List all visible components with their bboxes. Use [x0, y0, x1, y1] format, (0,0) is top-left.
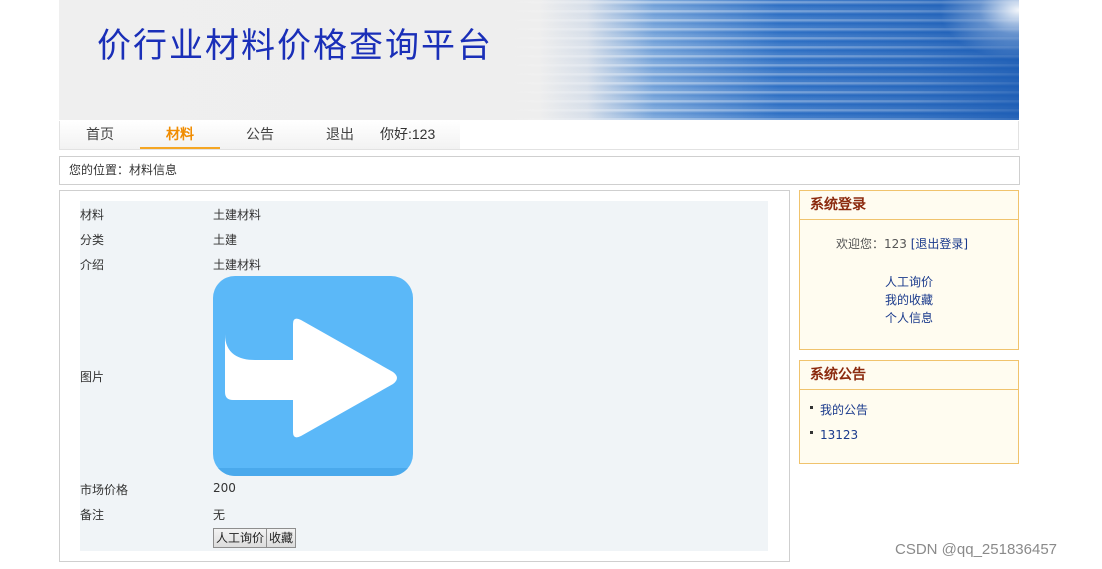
login-box-title: 系统登录 [800, 191, 1018, 220]
logout-link[interactable]: [退出登录] [911, 237, 968, 251]
nav-item-home[interactable]: 首页 [60, 121, 140, 147]
label-category: 分类 [80, 233, 105, 247]
value-material: 土建材料 [213, 208, 262, 222]
login-box: 系统登录 欢迎您：123 [退出登录] 人工询价 我的收藏 个人信息 [799, 190, 1019, 350]
value-intro: 土建材料 [213, 258, 262, 272]
announcement-item[interactable]: 我的公告 [810, 401, 868, 418]
link-my-favorites[interactable]: 我的收藏 [800, 291, 1018, 309]
label-intro: 介绍 [80, 258, 105, 272]
value-price: 200 [213, 481, 236, 495]
welcome-label: 欢迎您：123 [836, 237, 907, 251]
label-remark: 备注 [80, 508, 105, 522]
nav-bar: 首页 材料 公告 退出 你好:123 [60, 121, 460, 149]
bullet-icon [810, 406, 813, 409]
bullet-icon [810, 431, 813, 434]
label-material: 材料 [80, 208, 105, 222]
header-banner: 价行业材料价格查询平台 [59, 0, 1019, 120]
value-remark: 无 [213, 508, 226, 522]
announcement-box: 系统公告 我的公告 13123 [799, 360, 1019, 464]
site-title: 价行业材料价格查询平台 [97, 26, 493, 66]
material-image [213, 276, 413, 476]
nav-item-materials[interactable]: 材料 [140, 121, 220, 149]
material-detail-table: 材料 土建材料 分类 土建 介绍 土建材料 图片 市场价格 200 备注 无 人… [80, 201, 768, 551]
announcement-item[interactable]: 13123 [810, 428, 858, 442]
arrow-right-icon [213, 318, 413, 476]
banner-glow [939, 0, 1019, 60]
favorite-button[interactable]: 收藏 [266, 528, 297, 548]
user-links: 人工询价 我的收藏 个人信息 [800, 273, 1018, 327]
announcement-box-title: 系统公告 [800, 361, 1018, 390]
user-greeting: 你好:123 [380, 126, 436, 142]
label-price: 市场价格 [80, 483, 129, 497]
value-category: 土建 [213, 233, 238, 247]
announcement-item-label: 13123 [820, 428, 859, 442]
manual-inquiry-button[interactable]: 人工询价 [213, 528, 268, 548]
breadcrumb: 您的位置：材料信息 [59, 156, 1020, 185]
watermark: CSDN @qq_251836457 [895, 541, 1058, 558]
main-nav: 首页 材料 公告 退出 你好:123 [59, 121, 1019, 150]
announcement-item-label: 我的公告 [820, 403, 869, 417]
link-personal-info[interactable]: 个人信息 [800, 309, 1018, 327]
label-image: 图片 [80, 370, 105, 384]
welcome-text: 欢迎您：123 [退出登录] [836, 235, 968, 252]
nav-item-announcements[interactable]: 公告 [220, 121, 300, 147]
link-manual-inquiry[interactable]: 人工询价 [800, 273, 1018, 291]
material-detail-panel: 材料 土建材料 分类 土建 介绍 土建材料 图片 市场价格 200 备注 无 人… [59, 190, 790, 562]
breadcrumb-text: 您的位置：材料信息 [69, 163, 178, 177]
nav-item-logout[interactable]: 退出 [300, 121, 380, 147]
